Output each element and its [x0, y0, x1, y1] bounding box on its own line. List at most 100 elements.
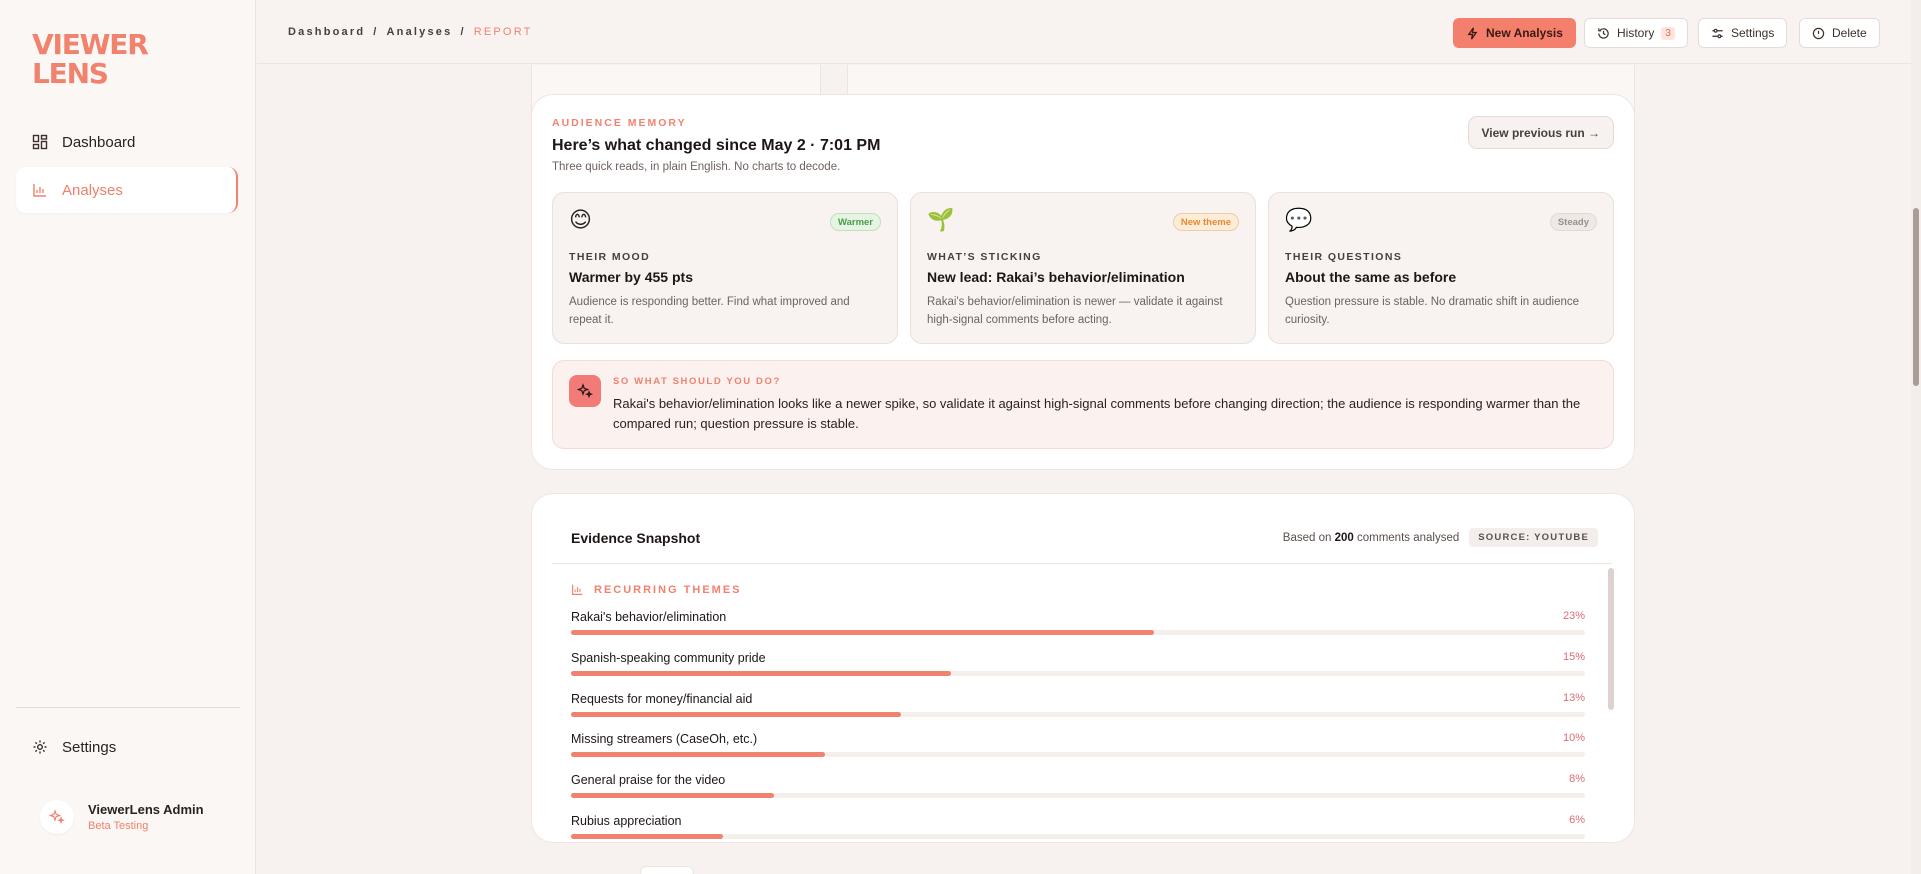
recurring-themes-heading: RECURRING THEMES [571, 583, 742, 596]
theme-name: General praise for the video [571, 773, 726, 788]
smiley-icon: 😊 [569, 207, 592, 232]
card-body: Rakai's behavior/elimination is newer — … [927, 296, 1223, 326]
user-profile[interactable]: ViewerLens Admin Beta Testing [40, 800, 204, 834]
theme-bar-track [571, 752, 1585, 758]
logo-line-2: LENS [32, 57, 109, 90]
page-bottom-element [640, 866, 694, 874]
comments-count-text: Based on 200 comments analysed [1283, 532, 1459, 544]
new-analysis-button[interactable]: New Analysis [1453, 18, 1576, 48]
page-scrollbar[interactable] [1911, 0, 1921, 874]
theme-row: General praise for the video 8% [571, 773, 1585, 814]
gear-icon [33, 740, 47, 754]
theme-row: Spanish-speaking community pride 15% [571, 651, 1585, 692]
app-logo[interactable]: VIEWER LENS [32, 28, 149, 90]
breadcrumb-current: REPORT [473, 26, 533, 38]
evidence-meta: Based on 200 comments analysed SOURCE: Y… [1283, 528, 1598, 547]
sidebar: VIEWER LENS Dashboard Analyses Settings … [0, 0, 256, 874]
card-label: WHAT’S STICKING [927, 251, 1042, 263]
card-label: THEIR QUESTIONS [1285, 251, 1403, 263]
theme-bar-fill [571, 711, 901, 717]
breadcrumb-separator: / [460, 26, 466, 38]
breadcrumb-analyses[interactable]: Analyses [387, 26, 453, 38]
theme-bar-fill [571, 833, 724, 839]
theme-bar-fill [571, 670, 952, 676]
sparkle-icon [49, 809, 65, 825]
sidebar-divider [16, 707, 240, 708]
settings-button[interactable]: Settings [1698, 18, 1788, 48]
theme-percentage: 23% [1562, 610, 1585, 622]
card-body: Question pressure is stable. No dramatic… [1285, 296, 1580, 326]
evidence-snapshot-panel: Evidence Snapshot Based on 200 comments … [531, 493, 1635, 843]
sidebar-item-settings[interactable]: Settings [16, 724, 238, 770]
theme-name: Rakai's behavior/elimination [571, 610, 727, 624]
source-badge: SOURCE: YOUTUBE [1469, 528, 1598, 547]
alert-circle-icon [1812, 27, 1825, 39]
sidebar-item-label: Dashboard [62, 133, 136, 151]
comments-count: 200 [1334, 531, 1354, 544]
themes-list[interactable]: Rakai's behavior/elimination 23% Spanish-s… [571, 610, 1585, 842]
bar-chart-icon [33, 184, 46, 197]
user-name: ViewerLens Admin [88, 802, 204, 817]
status-badge: Warmer [829, 213, 881, 231]
evidence-title: Evidence Snapshot [571, 530, 701, 546]
theme-name: Requests for money/financial aid [571, 691, 753, 706]
meta-suffix: comments analysed [1356, 531, 1460, 544]
history-label: History [1617, 26, 1655, 40]
recommendation-text: Rakai's behavior/elimination looks like … [613, 396, 1581, 431]
themes-scrollbar[interactable] [1608, 568, 1614, 710]
settings-label: Settings [1731, 26, 1775, 40]
status-badge: New theme [1172, 213, 1239, 231]
sidebar-item-dashboard[interactable]: Dashboard [16, 119, 238, 165]
audience-eyebrow: AUDIENCE MEMORY [552, 117, 687, 129]
theme-bar-fill [571, 793, 774, 799]
sidebar-item-analyses[interactable]: Analyses [16, 167, 238, 213]
theme-bar-fill [571, 630, 1155, 635]
theme-percentage: 8% [1569, 773, 1585, 786]
seedling-icon: 🌱 [927, 207, 955, 232]
theme-row: Rakai's behavior/elimination 23% [571, 610, 1585, 651]
user-role: Beta Testing [88, 820, 149, 832]
history-count-badge: 3 [1661, 26, 1675, 40]
view-previous-run-button[interactable]: View previous run → [1467, 116, 1614, 149]
theme-bar-track [571, 793, 1585, 799]
theme-bar-track [571, 630, 1585, 635]
avatar [40, 800, 74, 834]
theme-percentage: 10% [1562, 732, 1585, 745]
theme-row: Requests for money/financial aid 13% [571, 692, 1585, 733]
card-label: THEIR MOOD [569, 251, 651, 263]
breadcrumb: Dashboard / Analyses / REPORT [288, 26, 533, 38]
sliders-icon [1712, 28, 1723, 38]
new-analysis-label: New Analysis [1486, 26, 1563, 40]
theme-percentage: 13% [1562, 691, 1585, 704]
audience-title: Here’s what changed since May 2 · 7:01 P… [552, 137, 881, 154]
theme-bar-track [571, 711, 1585, 717]
status-badge: Steady [1549, 213, 1597, 231]
logo-line-1: VIEWER [32, 28, 149, 61]
recommendation-box: SO WHAT SHOULD YOU DO? Rakai's behavior/… [552, 360, 1614, 449]
card-headline: Warmer by 455 pts [569, 269, 693, 285]
delete-button[interactable]: Delete [1799, 18, 1880, 48]
delete-label: Delete [1832, 26, 1867, 40]
theme-name: Spanish-speaking community pride [571, 650, 766, 665]
mood-card: 😊 Warmer THEIR MOOD Warmer by 455 pts Au… [552, 192, 898, 344]
theme-name: Rubius appreciation [571, 813, 682, 828]
theme-percentage: 15% [1562, 650, 1585, 663]
history-icon [1598, 27, 1609, 39]
history-button[interactable]: History 3 [1584, 18, 1688, 48]
theme-bar-track [571, 833, 1585, 839]
card-headline: About the same as before [1285, 269, 1457, 285]
grid-icon [32, 134, 48, 150]
audience-memory-panel: AUDIENCE MEMORY Here’s what changed sinc… [531, 94, 1635, 470]
questions-card: 💬 Steady THEIR QUESTIONS About the same … [1268, 192, 1614, 344]
bar-chart-icon [572, 584, 583, 595]
page-scrollbar-thumb[interactable] [1913, 208, 1919, 386]
themes-heading-label: RECURRING THEMES [594, 583, 742, 596]
card-headline: New lead: Rakai’s behavior/elimination [927, 269, 1185, 285]
main-content: AUDIENCE MEMORY Here’s what changed sinc… [257, 65, 1911, 874]
theme-name: Missing streamers (CaseOh, etc.) [571, 732, 758, 747]
card-body: Audience is responding better. Find what… [569, 296, 850, 326]
top-header: Dashboard / Analyses / REPORT New Analys… [257, 0, 1911, 64]
divider [552, 563, 1612, 564]
speech-bubble-icon: 💬 [1285, 207, 1313, 232]
breadcrumb-dashboard[interactable]: Dashboard [288, 26, 365, 38]
